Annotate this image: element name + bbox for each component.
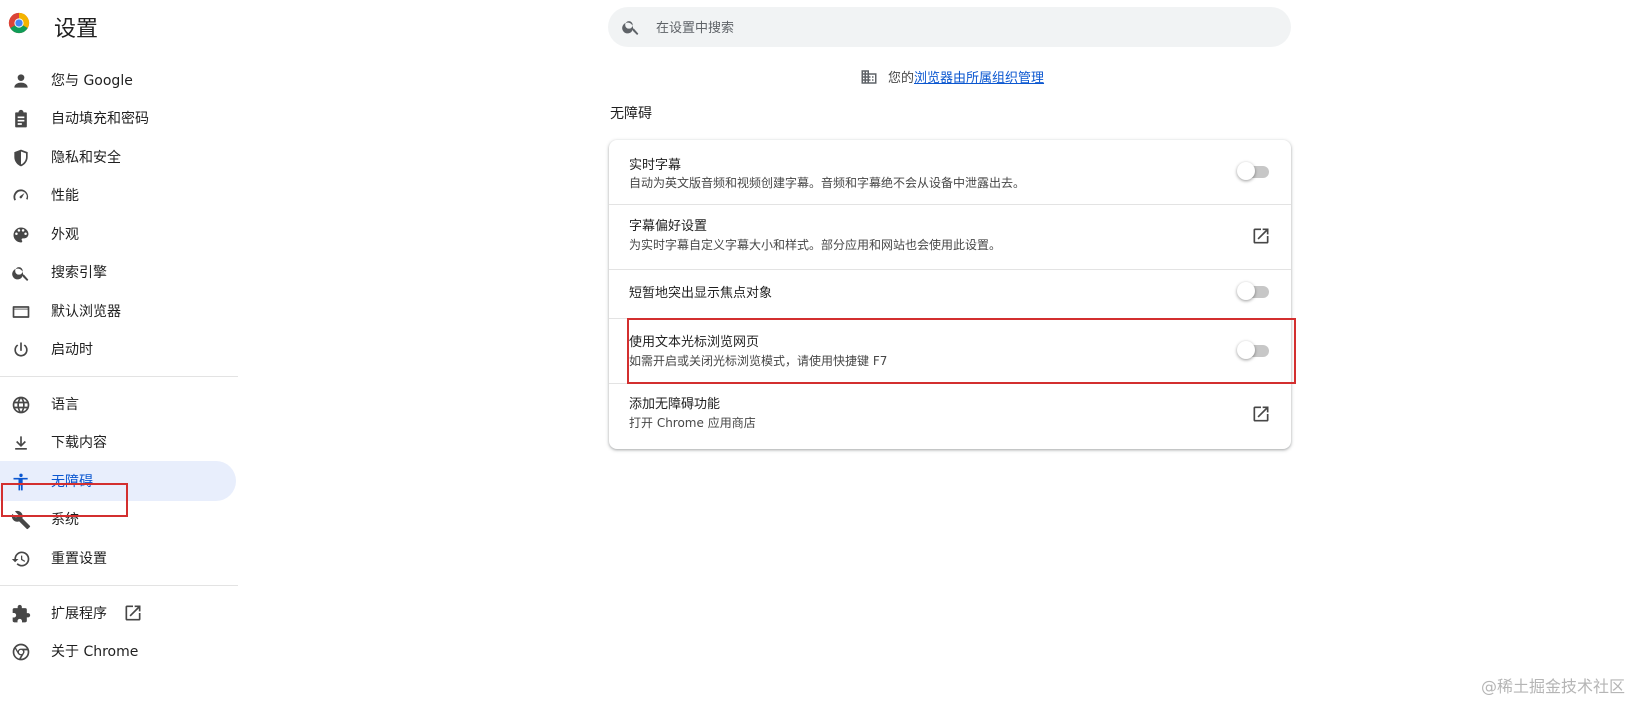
settings-page: 设置 您与 Google 自动填充和密码 隐私和安全 性能 外观 搜索引擎 默认… — [0, 0, 1631, 707]
sidebar-item-autofill[interactable]: 自动填充和密码 — [0, 98, 236, 138]
sidebar-item-appearance[interactable]: 外观 — [0, 214, 236, 254]
chrome-icon — [11, 642, 31, 662]
sidebar-item-label: 隐私和安全 — [51, 150, 121, 166]
sidebar-item-search-engine[interactable]: 搜索引擎 — [0, 252, 236, 292]
row-title: 添加无障碍功能 — [629, 397, 721, 412]
browser-window-icon — [11, 302, 31, 322]
sidebar-item-label: 启动时 — [51, 342, 93, 358]
sidebar-item-label: 性能 — [51, 188, 79, 204]
accessibility-card: 实时字幕 自动为英文版音频和视频创建字幕。音频和字幕绝不会从设备中泄露出去。 字… — [609, 140, 1291, 449]
download-icon — [11, 433, 31, 453]
accessibility-icon — [11, 472, 31, 492]
sidebar-item-label: 重置设置 — [51, 551, 107, 567]
sidebar-item-extensions[interactable]: 扩展程序 — [0, 593, 236, 633]
sidebar-item-privacy[interactable]: 隐私和安全 — [0, 137, 236, 177]
speedometer-icon — [11, 186, 31, 206]
sidebar-item-performance[interactable]: 性能 — [0, 175, 236, 215]
sidebar-item-downloads[interactable]: 下载内容 — [0, 422, 236, 462]
live-caption-toggle[interactable] — [1237, 162, 1269, 180]
building-icon — [860, 68, 878, 86]
row-caret-browsing[interactable]: 使用文本光标浏览网页 如需开启或关闭光标浏览模式，请使用快捷键 F7 — [609, 319, 1291, 383]
open-in-new-icon[interactable] — [1251, 226, 1271, 246]
sidebar-item-label: 语言 — [51, 397, 79, 413]
chrome-logo-icon — [8, 12, 30, 34]
sidebar-item-default-browser[interactable]: 默认浏览器 — [0, 291, 236, 331]
managed-notice: 您的 浏览器由所属组织管理 — [860, 67, 1044, 86]
clipboard-icon — [11, 109, 31, 129]
globe-icon — [11, 395, 31, 415]
search-icon — [621, 17, 641, 37]
row-subtitle: 自动为英文版音频和视频创建字幕。音频和字幕绝不会从设备中泄露出去。 — [629, 176, 1026, 190]
row-title: 短暂地突出显示焦点对象 — [629, 286, 773, 301]
history-icon — [11, 549, 31, 569]
sidebar-item-label: 您与 Google — [51, 73, 133, 89]
search-bar[interactable] — [608, 7, 1291, 49]
sidebar-divider — [0, 376, 238, 377]
puzzle-icon — [11, 604, 31, 624]
managed-prefix: 您的 — [888, 71, 915, 86]
row-caption-preferences[interactable]: 字幕偏好设置 为实时字幕自定义字幕大小和样式。部分应用和网站也会使用此设置。 — [609, 205, 1291, 269]
sidebar-item-label: 外观 — [51, 227, 79, 243]
row-subtitle: 如需开启或关闭光标浏览模式，请使用快捷键 F7 — [629, 354, 888, 368]
sidebar-item-label: 搜索引擎 — [51, 265, 107, 281]
watermark: @稀土掘金技术社区 — [1480, 677, 1625, 696]
row-title: 字幕偏好设置 — [629, 219, 708, 234]
power-icon — [11, 340, 31, 360]
palette-icon — [11, 225, 31, 245]
sidebar-item-about-chrome[interactable]: 关于 Chrome — [0, 631, 236, 671]
search-icon — [11, 263, 31, 283]
sidebar-item-languages[interactable]: 语言 — [0, 384, 236, 424]
row-title: 使用文本光标浏览网页 — [629, 335, 760, 350]
row-subtitle: 打开 Chrome 应用商店 — [629, 416, 756, 430]
sidebar-divider — [0, 585, 238, 586]
caret-browsing-toggle[interactable] — [1237, 341, 1269, 359]
managed-link[interactable]: 浏览器由所属组织管理 — [914, 67, 1044, 86]
shield-icon — [11, 148, 31, 168]
wrench-icon — [11, 510, 31, 530]
person-icon — [11, 71, 31, 91]
sidebar-item-label: 下载内容 — [51, 435, 107, 451]
section-title: 无障碍 — [610, 106, 652, 122]
sidebar-item-label: 自动填充和密码 — [51, 111, 149, 127]
sidebar-item-label: 系统 — [51, 512, 79, 528]
sidebar-item-label: 扩展程序 — [51, 606, 107, 622]
row-title: 实时字幕 — [629, 158, 682, 173]
page-title: 设置 — [54, 17, 99, 42]
sidebar-item-on-startup[interactable]: 启动时 — [0, 329, 236, 369]
row-focus-highlight[interactable]: 短暂地突出显示焦点对象 — [609, 270, 1291, 318]
sidebar-item-label: 关于 Chrome — [51, 644, 139, 660]
sidebar-item-reset[interactable]: 重置设置 — [0, 538, 236, 578]
sidebar-item-accessibility[interactable]: 无障碍 — [0, 461, 236, 501]
row-add-accessibility-features[interactable]: 添加无障碍功能 打开 Chrome 应用商店 — [609, 384, 1291, 448]
focus-highlight-toggle[interactable] — [1237, 282, 1269, 300]
search-input[interactable] — [654, 7, 1258, 49]
sidebar-item-you-and-google[interactable]: 您与 Google — [0, 60, 236, 100]
sidebar-item-system[interactable]: 系统 — [0, 499, 236, 539]
brand: 设置 — [8, 12, 98, 42]
open-in-new-icon — [123, 603, 143, 623]
sidebar-item-label: 默认浏览器 — [51, 304, 121, 320]
row-subtitle: 为实时字幕自定义字幕大小和样式。部分应用和网站也会使用此设置。 — [629, 238, 1002, 252]
sidebar-item-label: 无障碍 — [51, 474, 93, 490]
open-in-new-icon[interactable] — [1251, 404, 1271, 424]
row-live-caption[interactable]: 实时字幕 自动为英文版音频和视频创建字幕。音频和字幕绝不会从设备中泄露出去。 — [609, 140, 1291, 204]
